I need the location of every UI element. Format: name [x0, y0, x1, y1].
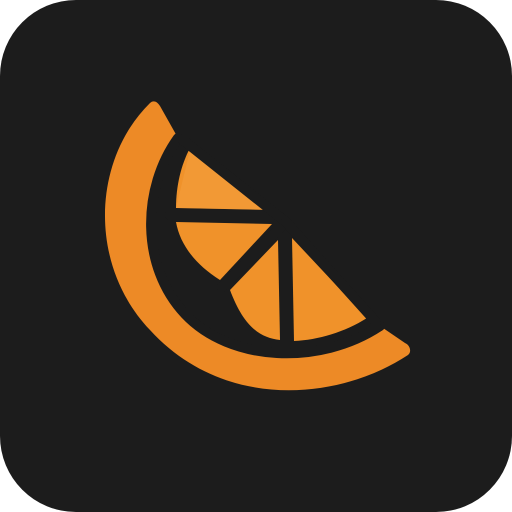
app-icon-tile [0, 0, 512, 512]
segment-divider-horizontal [165, 210, 285, 222]
segment-right [292, 238, 367, 341]
segment-divider-vertical [280, 221, 292, 350]
orange-slice-icon [104, 101, 411, 391]
